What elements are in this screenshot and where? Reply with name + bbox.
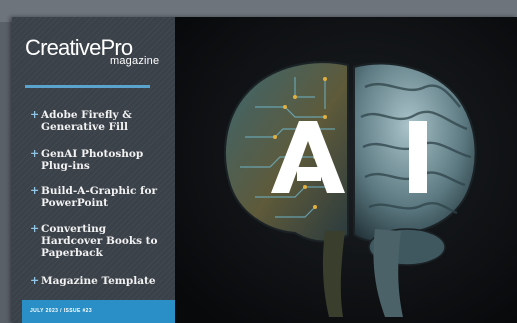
headline-text: Converting Hardcover Books to Paperback (41, 223, 158, 259)
plus-icon: + (30, 184, 40, 197)
headline-text: Adobe Firefly & Generative Fill (41, 109, 132, 133)
plus-icon: + (30, 108, 40, 121)
plus-icon: + (30, 222, 40, 235)
headline-item: + Magazine Template (30, 274, 170, 288)
magazine-cover[interactable]: CreativePro magazine + Adobe Firefly & G… (12, 17, 517, 323)
headline-text: Magazine Template (41, 275, 156, 287)
headline-item: + GenAI Photoshop Plug-ins (30, 147, 170, 173)
logo-underline (25, 85, 150, 88)
headline-item: + Converting Hardcover Books to Paperbac… (30, 222, 170, 260)
headline-item: + Build-A-Graphic for PowerPoint (30, 184, 170, 210)
issue-label: JULY 2023 / ISSUE #23 (30, 308, 93, 314)
cover-sidebar: CreativePro magazine + Adobe Firefly & G… (12, 17, 175, 323)
plus-icon: + (30, 147, 40, 160)
magazine-logo-suffix: magazine (110, 55, 160, 67)
headline-text: GenAI Photoshop Plug-ins (41, 148, 144, 172)
brain-illustration (175, 17, 517, 323)
headline-item: + Adobe Firefly & Generative Fill (30, 108, 170, 134)
issue-bar: JULY 2023 / ISSUE #23 (22, 300, 175, 323)
headline-text: Build-A-Graphic for PowerPoint (41, 185, 158, 209)
plus-icon: + (30, 274, 40, 287)
